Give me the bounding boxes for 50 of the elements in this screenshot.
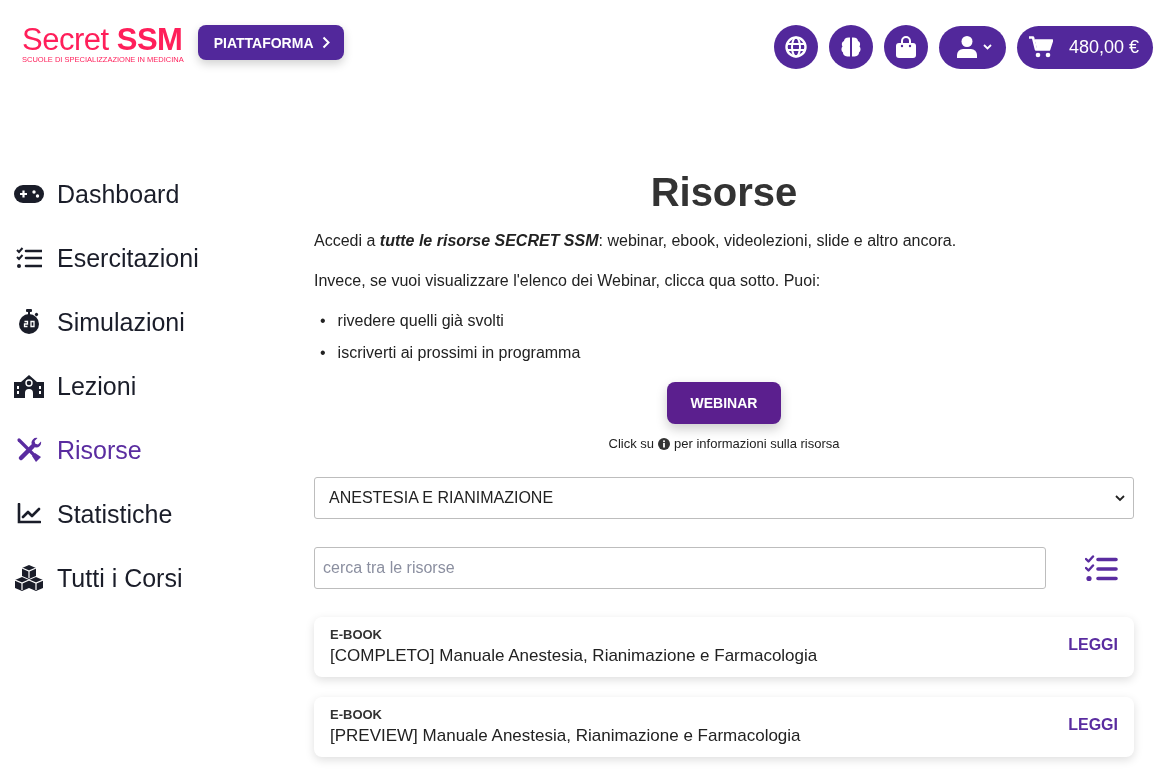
user-icon	[957, 36, 977, 58]
checklist-icon	[16, 247, 42, 269]
hint-text: per informazioni sulla risorsa	[674, 435, 840, 453]
resource-type: E-BOOK	[330, 627, 383, 643]
stopwatch-icon	[18, 309, 40, 335]
cart-icon	[1029, 36, 1053, 58]
school-icon	[14, 374, 44, 398]
line-chart-icon	[17, 503, 41, 525]
cart-button[interactable]: 480,00 €	[1017, 25, 1153, 69]
resource-title: [PREVIEW] Manuale Anestesia, Rianimazione e Farmacologia	[330, 725, 801, 747]
cubes-icon	[15, 565, 43, 591]
shop-button[interactable]	[884, 25, 928, 69]
read-link[interactable]: LEGGI	[1068, 716, 1118, 734]
brain-icon	[840, 36, 862, 58]
resource-type: E-BOOK	[330, 707, 383, 723]
search-field[interactable]: cerca tra le risorse	[314, 547, 1046, 589]
bullet-marker: •	[320, 311, 326, 331]
sidebar-item[interactable]: Lezioni	[14, 354, 314, 418]
bullet-item: iscriverti ai prossimi in programma	[337, 343, 581, 363]
platform-button[interactable]: PIATTAFORMA	[197, 25, 344, 60]
sidebar-item[interactable]: Statistiche	[14, 482, 314, 546]
gamepad-icon	[14, 185, 44, 203]
brain-button[interactable]	[829, 25, 873, 69]
sidebar-item[interactable]: Simulazioni	[14, 290, 314, 354]
category-select[interactable]: ANESTESIA E RIANIMAZIONE	[314, 477, 1134, 519]
sidebar-item[interactable]: Esercitazioni	[14, 226, 314, 290]
hint-text: Click su	[608, 435, 655, 453]
globe-icon	[785, 36, 807, 58]
chevron-down-icon	[1115, 494, 1125, 502]
bullet-marker: •	[320, 343, 326, 363]
sidebar-item[interactable]: Risorse	[14, 418, 314, 482]
bullet-item: rivedere quelli già svolti	[337, 311, 504, 331]
webinar-note: Invece, se vuoi visualizzare l'elenco dei Webinar, clicca qua sotto. Puoi:	[314, 271, 822, 291]
read-link[interactable]: LEGGI	[1068, 636, 1118, 654]
chevron-right-icon	[321, 36, 330, 49]
intro-text: Accedi a tutte le risorse SECRET SSM: webinar, ebook, videolezioni, slide e altro ancora.	[314, 231, 958, 251]
info-icon	[658, 438, 671, 450]
account-button[interactable]	[939, 25, 1006, 69]
caret-icon	[983, 44, 992, 50]
resource-title: [COMPLETO] Manuale Anestesia, Rianimazione e Farmacologia	[330, 645, 818, 667]
checklist-button[interactable]	[1085, 554, 1118, 582]
shopping-bag-icon	[896, 36, 916, 58]
language-button[interactable]	[774, 25, 818, 69]
tools-icon	[16, 437, 42, 463]
checklist-icon	[1085, 554, 1118, 582]
logo-wordmark: Secret SSM	[22, 26, 183, 54]
page-title: Risorse	[649, 169, 799, 216]
webinar-button[interactable]: WEBINAR	[667, 382, 781, 424]
sidebar-item[interactable]: Tutti i Corsi	[14, 546, 314, 610]
sidebar-item[interactable]: Dashboard	[14, 162, 314, 226]
